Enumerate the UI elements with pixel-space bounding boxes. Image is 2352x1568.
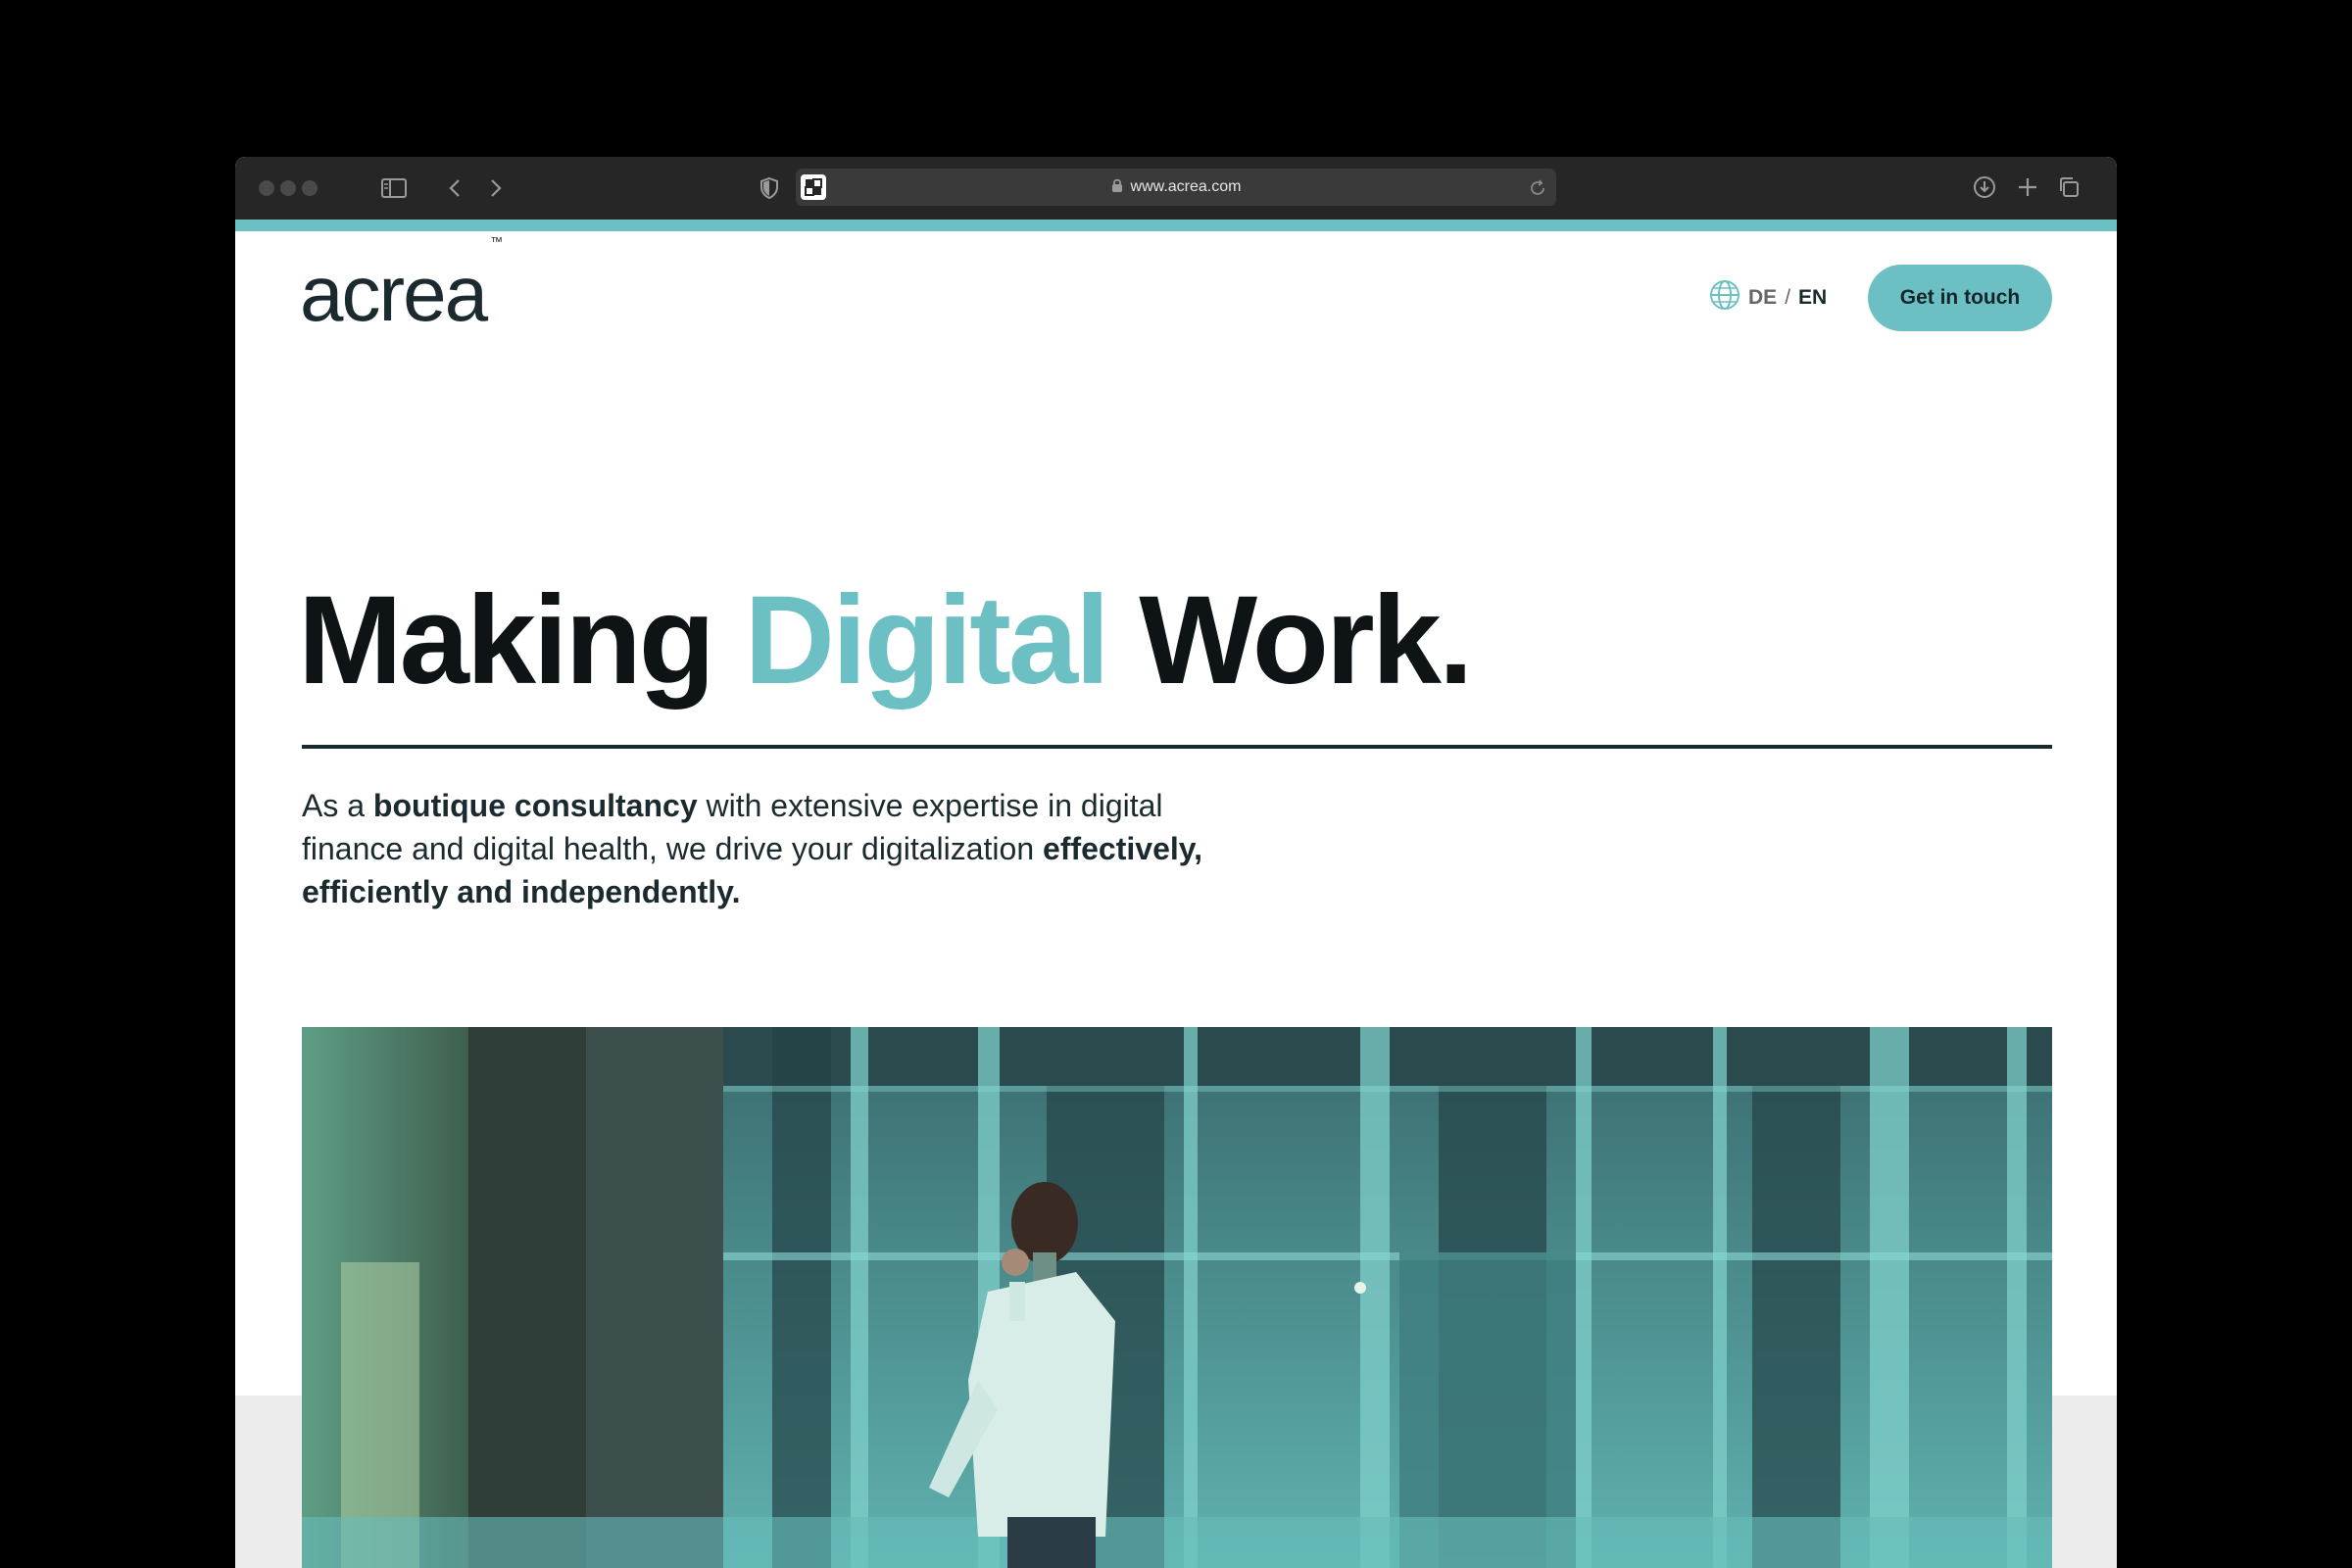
intro-paragraph: As a boutique consultancy with extensive… xyxy=(302,784,1223,913)
favicon xyxy=(796,170,831,205)
browser-window: www.acrea.com acrea™ DE / EN Get in touc… xyxy=(235,157,2117,1568)
headline-part-1: Making xyxy=(298,570,745,710)
language-de-link[interactable]: DE xyxy=(1748,286,1777,310)
hero-image xyxy=(302,1027,2052,1568)
logo-trademark: ™ xyxy=(490,234,504,250)
window-close-button[interactable] xyxy=(259,180,274,196)
top-accent-bar xyxy=(235,220,2117,231)
download-icon[interactable] xyxy=(1972,174,1997,200)
sidebar-icon[interactable] xyxy=(380,176,408,200)
language-separator: / xyxy=(1785,286,1791,309)
headline-accent: Digital xyxy=(744,570,1110,710)
forward-icon[interactable] xyxy=(486,176,506,200)
shield-icon[interactable] xyxy=(759,176,780,200)
back-icon[interactable] xyxy=(445,176,465,200)
hero-photo-illustration xyxy=(302,1027,2052,1568)
language-en-link[interactable]: EN xyxy=(1798,286,1827,310)
language-switcher: DE / EN xyxy=(1709,279,1827,317)
reload-icon[interactable] xyxy=(1527,176,1548,200)
browser-toolbar: www.acrea.com xyxy=(235,157,2117,220)
window-minimize-button[interactable] xyxy=(280,180,296,196)
get-in-touch-button[interactable]: Get in touch xyxy=(1868,265,2052,331)
acrea-logo[interactable]: acrea™ xyxy=(300,235,503,333)
page-title: Making Digital Work. xyxy=(298,578,1473,704)
lock-icon xyxy=(1111,178,1123,197)
globe-icon[interactable] xyxy=(1709,279,1740,317)
tabs-overview-icon[interactable] xyxy=(2056,174,2082,200)
address-bar[interactable]: www.acrea.com xyxy=(796,169,1556,206)
logo-text: acrea xyxy=(300,250,488,337)
intro-bold-1: boutique consultancy xyxy=(372,788,698,823)
window-zoom-button[interactable] xyxy=(302,180,318,196)
headline-divider xyxy=(302,745,2052,749)
url-text: www.acrea.com xyxy=(1130,178,1242,195)
new-tab-icon[interactable] xyxy=(2015,174,2040,200)
headline-part-2: Work. xyxy=(1106,570,1473,710)
intro-text-1: As a xyxy=(302,788,373,823)
